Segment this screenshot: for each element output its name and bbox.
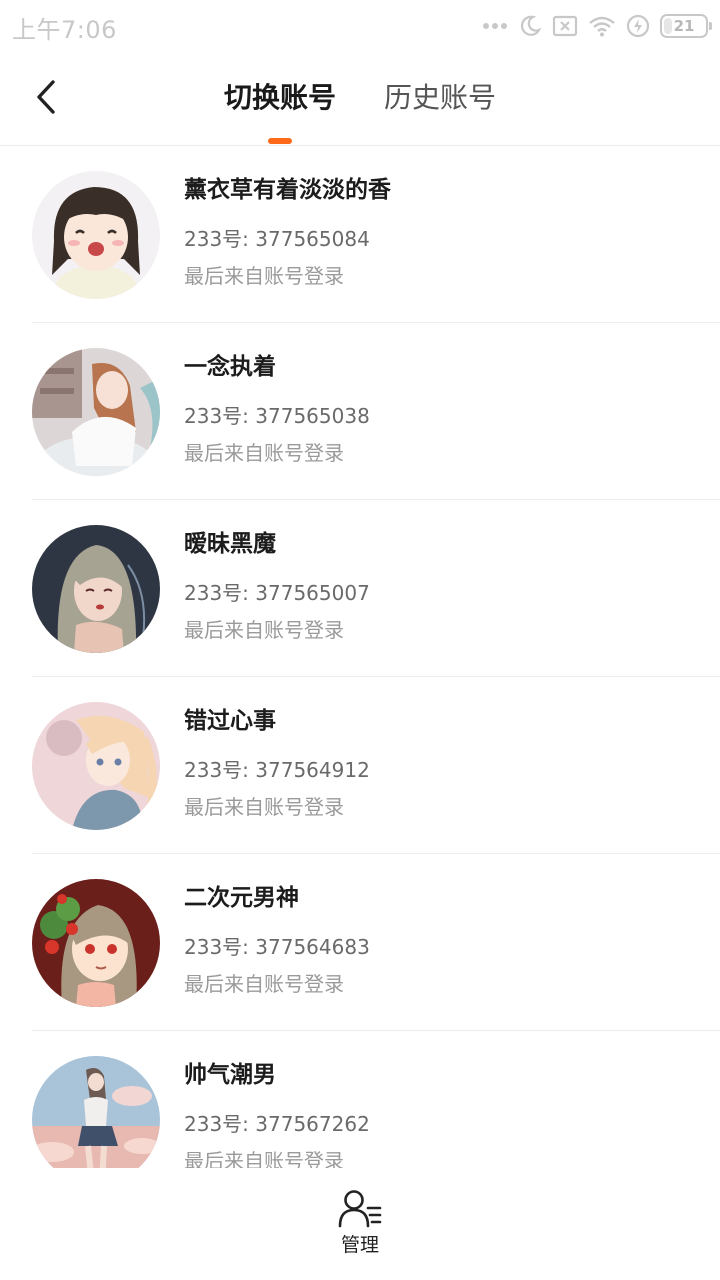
uid-value: 377564912 <box>255 758 370 782</box>
account-nickname: 一念执着 <box>184 354 276 380</box>
account-uid: 233号: 377565007 <box>184 578 370 608</box>
wifi-icon <box>588 15 616 37</box>
avatar <box>32 525 160 653</box>
account-row[interactable]: 帅气潮男 233号: 377567262 最后来自账号登录 <box>0 1031 720 1168</box>
avatar <box>32 702 160 830</box>
account-uid: 233号: 377567262 <box>184 1109 370 1139</box>
status-icons: 21 <box>482 12 712 40</box>
uid-label: 233号: <box>184 404 256 428</box>
user-list-icon <box>338 1190 382 1228</box>
tab-history-account[interactable]: 历史账号 <box>384 80 496 116</box>
manage-button[interactable]: 管理 <box>320 1188 400 1268</box>
battery-icon: 21 <box>660 14 712 38</box>
avatar <box>32 879 160 1007</box>
uid-value: 377565007 <box>255 581 370 605</box>
battery-label: 21 <box>673 17 695 35</box>
login-source: 最后来自账号登录 <box>184 1149 344 1168</box>
uid-label: 233号: <box>184 758 256 782</box>
login-source: 最后来自账号登录 <box>184 441 344 465</box>
account-nickname: 错过心事 <box>184 708 276 734</box>
status-bar: 上午7:06 21 <box>0 0 720 52</box>
header: 切换账号 历史账号 <box>0 52 720 146</box>
account-row[interactable]: 一念执着 233号: 377565038 最后来自账号登录 <box>0 323 720 500</box>
account-row[interactable]: 暧昧黑魔 233号: 377565007 最后来自账号登录 <box>0 500 720 677</box>
avatar <box>32 171 160 299</box>
account-uid: 233号: 377564912 <box>184 755 370 785</box>
account-nickname: 帅气潮男 <box>184 1062 276 1088</box>
bottom-bar: 管理 <box>0 1168 720 1280</box>
tab-switch-account[interactable]: 切换账号 <box>224 80 336 116</box>
avatar <box>32 1056 160 1168</box>
uid-label: 233号: <box>184 1112 256 1136</box>
uid-value: 377567262 <box>255 1112 370 1136</box>
account-row[interactable]: 错过心事 233号: 377564912 最后来自账号登录 <box>0 677 720 854</box>
charging-icon <box>626 14 650 38</box>
account-nickname: 薰衣草有着淡淡的香 <box>184 177 391 203</box>
uid-label: 233号: <box>184 227 256 251</box>
login-source: 最后来自账号登录 <box>184 795 344 819</box>
uid-value: 377564683 <box>255 935 370 959</box>
dots-icon <box>482 22 508 30</box>
switch-account-screen: 上午7:06 21 切换账号 历史账号 薰衣草有着淡淡的香 233号: 3775… <box>0 0 720 1280</box>
manage-label: 管理 <box>340 1234 379 1256</box>
login-source: 最后来自账号登录 <box>184 264 344 288</box>
account-nickname: 二次元男神 <box>184 885 299 911</box>
account-row[interactable]: 薰衣草有着淡淡的香 233号: 377565084 最后来自账号登录 <box>0 146 720 323</box>
uid-label: 233号: <box>184 935 256 959</box>
avatar <box>32 348 160 476</box>
login-source: 最后来自账号登录 <box>184 972 344 996</box>
active-tab-indicator <box>268 138 292 144</box>
account-row[interactable]: 二次元男神 233号: 377564683 最后来自账号登录 <box>0 854 720 1031</box>
uid-value: 377565038 <box>255 404 370 428</box>
login-source: 最后来自账号登录 <box>184 618 344 642</box>
status-time: 上午7:06 <box>12 16 117 44</box>
back-button[interactable] <box>20 70 74 124</box>
sim-off-icon <box>552 15 578 37</box>
uid-value: 377565084 <box>255 227 370 251</box>
account-list: 薰衣草有着淡淡的香 233号: 377565084 最后来自账号登录 一念执着 … <box>0 146 720 1168</box>
moon-icon <box>518 14 542 38</box>
account-uid: 233号: 377565084 <box>184 224 370 254</box>
account-uid: 233号: 377564683 <box>184 932 370 962</box>
uid-label: 233号: <box>184 581 256 605</box>
chevron-left-icon <box>37 80 55 114</box>
account-uid: 233号: 377565038 <box>184 401 370 431</box>
account-nickname: 暧昧黑魔 <box>184 531 276 557</box>
